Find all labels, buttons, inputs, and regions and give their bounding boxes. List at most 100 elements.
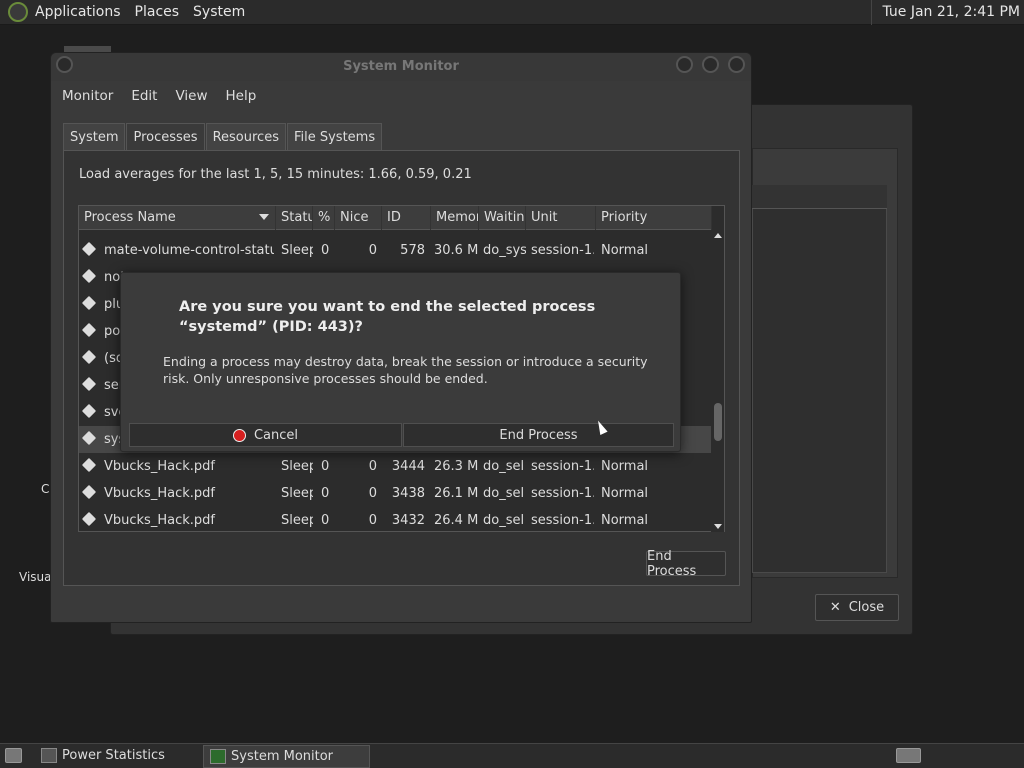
taskbar-label: System Monitor [231, 749, 334, 764]
cell-unit: session-1.s [531, 486, 594, 501]
process-icon [81, 484, 97, 500]
menu-help[interactable]: Help [226, 86, 257, 106]
cell-status: Sleep [281, 486, 313, 501]
show-desktop-icon[interactable] [5, 748, 22, 763]
column-unit[interactable]: Unit [526, 206, 596, 230]
process-icon [81, 349, 97, 365]
cell-memory: 26.1 Mi [434, 486, 478, 501]
cell-name: Vbucks_Hack.pdf [104, 486, 215, 501]
minimize-icon[interactable] [676, 56, 693, 73]
cell-status: Sleep [281, 243, 313, 258]
desktop-icon-label[interactable]: Visua [19, 570, 52, 584]
process-icon [81, 403, 97, 419]
vertical-scrollbar[interactable] [711, 230, 724, 532]
column-cpu[interactable]: % [313, 206, 335, 230]
cell-waiting: do_sys [483, 243, 526, 258]
column-nice[interactable]: Nice [335, 206, 382, 230]
cell-nice: 0 [368, 459, 377, 474]
background-list-header [752, 185, 887, 209]
cell-name: mate-volume-control-status [104, 243, 274, 258]
menu-bar: Monitor Edit View Help [51, 83, 751, 109]
cell-memory: 30.6 M [434, 243, 478, 258]
system-monitor-icon [210, 749, 226, 764]
close-button[interactable]: ✕ Close [815, 594, 899, 621]
cancel-button[interactable]: Cancel [129, 423, 402, 447]
power-statistics-icon [41, 748, 57, 763]
cell-cpu: 0 [321, 513, 330, 528]
taskbar-power-statistics[interactable]: Power Statistics [35, 745, 200, 768]
scroll-up-icon[interactable] [714, 233, 722, 238]
menu-edit[interactable]: Edit [131, 86, 157, 106]
cell-cpu: 0 [321, 459, 330, 474]
cell-priority: Normal [601, 243, 649, 258]
cell-waiting: do_sel [483, 513, 525, 528]
cell-name: Vbucks_Hack.pdf [104, 513, 215, 528]
desktop-icon-label[interactable]: C [41, 482, 49, 496]
column-priority[interactable]: Priority [596, 206, 712, 230]
process-icon [81, 322, 97, 338]
end-process-button[interactable]: End Process [646, 549, 726, 579]
tab-processes[interactable]: Processes [126, 123, 205, 151]
process-icon [81, 457, 97, 473]
taskbar-label: Power Statistics [62, 748, 165, 763]
cell-nice: 0 [368, 486, 377, 501]
process-icon [81, 430, 97, 446]
cell-memory: 26.3 M [434, 459, 478, 474]
taskbar-system-monitor[interactable]: System Monitor [203, 745, 370, 768]
close-label: Close [848, 600, 885, 615]
menu-places[interactable]: Places [135, 4, 180, 20]
cell-priority: Normal [601, 513, 649, 528]
tab-system[interactable]: System [63, 123, 126, 151]
cell-unit: session-1.s [531, 513, 594, 528]
menu-monitor[interactable]: Monitor [62, 86, 113, 106]
clock[interactable]: Tue Jan 21, 2:41 PM [871, 0, 1020, 25]
cancel-label: Cancel [253, 427, 299, 443]
title-bar[interactable]: System Monitor [51, 53, 751, 81]
menu-view[interactable]: View [175, 86, 207, 106]
tab-bar: System Processes Resources File Systems [63, 123, 383, 151]
sort-descending-icon [259, 214, 269, 220]
background-list [752, 185, 887, 573]
maximize-icon[interactable] [702, 56, 719, 73]
cell-id: 3438 [391, 486, 425, 501]
confirm-end-process-button[interactable]: End Process [403, 423, 674, 447]
table-header: Process Name Statu % Nice ID Memor Waiti… [79, 206, 712, 230]
column-id[interactable]: ID [382, 206, 431, 230]
scroll-thumb[interactable] [714, 403, 722, 441]
table-row[interactable]: Vbucks_Hack.pdf Sleep 0 0 3444 26.3 M do_sel se… [79, 453, 712, 480]
table-row[interactable]: mate-volume-control-status Sleep 0 0 578 30.6… [79, 237, 712, 264]
distro-logo-icon[interactable] [8, 2, 28, 22]
column-process-name[interactable]: Process Name [79, 206, 276, 230]
cell-unit: session-1.s [531, 459, 594, 474]
process-icon [81, 241, 97, 257]
window-title: System Monitor [343, 59, 459, 74]
process-icon [81, 376, 97, 392]
menu-applications[interactable]: Applications [35, 4, 121, 20]
cell-name: Vbucks_Hack.pdf [104, 459, 215, 474]
column-status[interactable]: Statu [276, 206, 313, 230]
cancel-icon [232, 428, 246, 442]
column-waiting[interactable]: Waiting [479, 206, 526, 230]
close-window-icon[interactable] [728, 56, 745, 73]
column-label: Process Name [84, 210, 176, 225]
cell-status: Sleep [281, 459, 313, 474]
scroll-down-icon[interactable] [714, 524, 722, 529]
cell-priority: Normal [601, 486, 649, 501]
taskbar: Power Statistics System Monitor [0, 743, 1024, 768]
confirm-label: End Process [499, 427, 578, 443]
cell-nice: 0 [368, 513, 377, 528]
menu-system[interactable]: System [193, 4, 245, 20]
cell-id: 578 [400, 243, 425, 258]
cell-waiting: do_sel [483, 486, 525, 501]
table-row[interactable]: Vbucks_Hack.pdf Sleep 0 0 3432 26.4 M do_sel se… [79, 507, 712, 534]
cell-status: Sleep [281, 513, 313, 528]
load-averages: Load averages for the last 1, 5, 15 minu… [79, 167, 472, 182]
workspace-switcher-icon[interactable] [896, 748, 921, 763]
column-memory[interactable]: Memor [431, 206, 479, 230]
tab-file-systems[interactable]: File Systems [286, 123, 383, 151]
table-row[interactable]: Vbucks_Hack.pdf Sleep 0 0 3438 26.1 Mi do_sel s… [79, 480, 712, 507]
dialog-question: Are you sure you want to end the selecte… [179, 299, 596, 335]
tab-resources[interactable]: Resources [205, 123, 286, 151]
process-icon [81, 295, 97, 311]
cell-unit: session-1.s [531, 243, 594, 258]
